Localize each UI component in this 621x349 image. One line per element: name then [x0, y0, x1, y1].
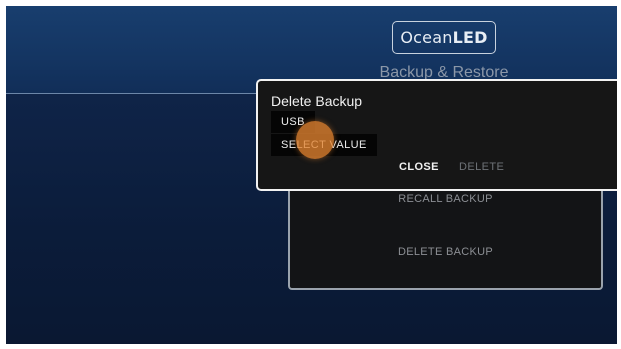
close-button[interactable]: CLOSE [399, 161, 439, 173]
delete-button[interactable]: DELETE [459, 161, 504, 173]
delete-backup-button[interactable]: DELETE BACKUP [290, 246, 601, 258]
delete-backup-dialog: Delete Backup USB SELECT VALUE CLOSE DEL… [256, 79, 617, 191]
oceanled-logo: Ocean LED [392, 21, 496, 54]
app-screen: Ocean LED Backup & Restore RECALL BACKUP … [6, 6, 617, 344]
logo-text-suffix: LED [452, 28, 488, 47]
logo-text-prefix: Ocean [400, 28, 453, 47]
recall-backup-button[interactable]: RECALL BACKUP [290, 193, 601, 205]
source-value-chip[interactable]: USB [271, 111, 315, 133]
select-value-button[interactable]: SELECT VALUE [271, 134, 377, 156]
dialog-title: Delete Backup [271, 93, 363, 109]
backup-menu-panel: RECALL BACKUP DELETE BACKUP [288, 176, 603, 290]
